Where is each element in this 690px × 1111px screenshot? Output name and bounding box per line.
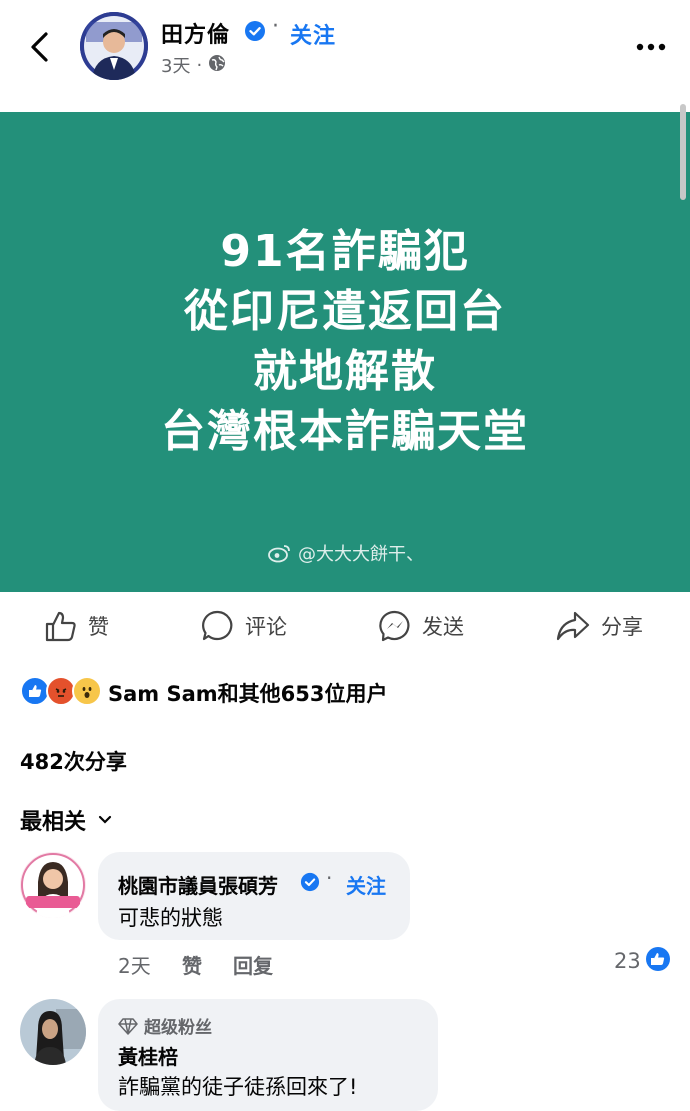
- comment-like-button[interactable]: 赞: [182, 950, 202, 979]
- reactions-summary[interactable]: Sam Sam和其他653位用户: [108, 678, 388, 708]
- thumbs-up-icon: [45, 611, 76, 642]
- watermark: @大大大餅干、: [268, 540, 424, 566]
- wow-reaction-icon: [72, 676, 102, 706]
- share-label: 分享: [601, 615, 643, 639]
- author-avatar[interactable]: [80, 12, 148, 80]
- top-fan-badge: 超级粉丝: [118, 1013, 212, 1038]
- more-options-button[interactable]: [634, 30, 668, 64]
- author-photo: [80, 12, 148, 80]
- sort-dropdown[interactable]: 最相关: [20, 804, 112, 836]
- follow-button[interactable]: 关注: [290, 18, 336, 50]
- comment-button[interactable]: 评论: [201, 604, 287, 648]
- share-count[interactable]: 482次分享: [20, 746, 127, 776]
- watermark-text: @大大大餅干、: [298, 544, 424, 565]
- share-icon: [556, 611, 590, 641]
- header-separator: ·: [272, 14, 279, 39]
- comment-like-count[interactable]: 23: [614, 946, 671, 976]
- share-button[interactable]: 分享: [555, 604, 643, 648]
- author-name[interactable]: 田方倫: [161, 17, 230, 49]
- weibo-icon: [268, 545, 290, 563]
- chevron-left-icon: [31, 32, 48, 62]
- commenter-avatar[interactable]: [20, 999, 86, 1065]
- comment-label: 评论: [245, 615, 287, 639]
- comment-reply-button[interactable]: 回复: [233, 950, 273, 979]
- comment-text: 詐騙黨的徒子徒孫回來了!: [118, 1075, 358, 1099]
- send-button[interactable]: 发送: [378, 604, 464, 648]
- like-button[interactable]: 赞: [44, 604, 109, 648]
- verified-badge-icon: [300, 872, 320, 892]
- reaction-icons[interactable]: [20, 676, 102, 706]
- chevron-down-icon: [98, 815, 112, 824]
- back-button[interactable]: [22, 26, 62, 66]
- comment-follow-button[interactable]: 关注: [346, 870, 386, 899]
- messenger-icon: [379, 610, 410, 642]
- diamond-icon: [118, 1017, 138, 1035]
- commenter-photo: [20, 852, 86, 918]
- comment-bubble[interactable]: 桃園市議員張碩芳 · 关注 可悲的狀態: [98, 852, 410, 940]
- post-time: 3天: [161, 56, 191, 77]
- sort-label: 最相关: [20, 810, 87, 835]
- comment-icon: [202, 610, 233, 641]
- badge-label: 超级粉丝: [144, 1018, 212, 1038]
- like-label: 赞: [88, 615, 109, 639]
- comment-like-number: 23: [614, 949, 641, 973]
- more-dots-icon: [636, 43, 666, 51]
- send-label: 发送: [422, 615, 464, 639]
- post-line: 從印尼遣返回台: [184, 286, 506, 337]
- verified-badge-icon: [244, 20, 266, 42]
- comment-text: 可悲的狀態: [118, 906, 223, 930]
- meta-separator: ·: [196, 54, 203, 76]
- post-line: 就地解散: [253, 346, 437, 397]
- post-meta: 3天 ·: [161, 52, 226, 78]
- commenter-name[interactable]: 黃桂棓: [118, 1041, 178, 1070]
- comment-bubble[interactable]: 超级粉丝 黃桂棓 詐騙黨的徒子徒孫回來了!: [98, 999, 438, 1111]
- globe-icon: [208, 54, 226, 77]
- post-line: 91名詐騙犯: [220, 226, 470, 277]
- commenter-photo: [20, 999, 86, 1065]
- commenter-name[interactable]: 桃園市議員張碩芳: [118, 870, 278, 899]
- comment-separator: ·: [326, 866, 333, 890]
- like-reaction-icon: [645, 946, 671, 976]
- post-line: 台灣根本詐騙天堂: [161, 406, 529, 457]
- post-image-text: 91名詐騙犯 從印尼遣返回台 就地解散 台灣根本詐騙天堂: [0, 222, 690, 462]
- commenter-avatar[interactable]: [20, 852, 86, 918]
- scrollbar[interactable]: [680, 104, 686, 200]
- comment-time: 2天: [118, 954, 151, 978]
